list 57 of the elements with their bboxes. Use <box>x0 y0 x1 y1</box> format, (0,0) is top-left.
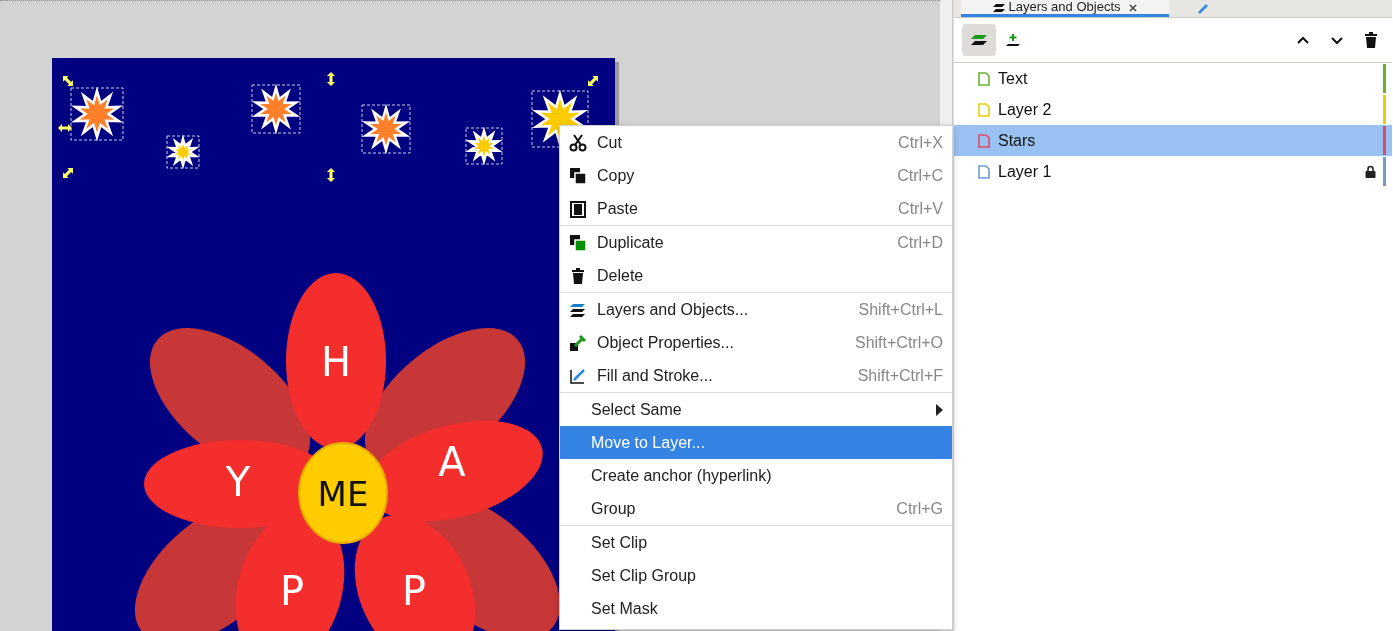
menu-item[interactable]: Set Mask <box>560 592 952 625</box>
layer-row[interactable]: Layer 2 <box>954 94 1392 125</box>
document-icon <box>978 102 990 117</box>
menu-item[interactable]: Group Ctrl+G <box>560 492 952 525</box>
layer-row[interactable]: Text <box>954 63 1392 94</box>
menu-item[interactable]: Create anchor (hyperlink) <box>560 459 952 492</box>
layers-icon <box>971 34 987 46</box>
resize-handle-icon[interactable] <box>588 76 598 86</box>
shortcut-label: Ctrl+D <box>897 232 943 253</box>
layers-icon <box>993 2 1006 13</box>
layers-toggle-button[interactable] <box>962 24 996 56</box>
menu-item[interactable]: Set Clip Group <box>560 559 952 592</box>
star-shape <box>70 86 124 142</box>
menu-item[interactable]: Set Clip <box>560 526 952 559</box>
resize-handle-icon[interactable] <box>327 72 335 86</box>
star-shape <box>465 126 503 166</box>
star-shape <box>166 134 200 170</box>
petal-letter: P <box>401 568 427 614</box>
resize-handle-icon[interactable] <box>58 124 72 132</box>
panel-tab[interactable]: Layers and Objects <box>961 0 1169 17</box>
resize-handle-icon[interactable] <box>63 168 73 178</box>
menu-item[interactable]: Select Same <box>560 393 952 426</box>
add-layer-icon <box>1006 33 1020 47</box>
shortcut-label: Shift+Ctrl+O <box>854 332 943 353</box>
document-icon <box>978 71 990 86</box>
shortcut-label: Shift+Ctrl+L <box>858 299 943 320</box>
menu-item[interactable]: Fill and Stroke... Shift+Ctrl+F <box>560 359 952 392</box>
petal-letter: H <box>320 339 352 385</box>
shortcut-label: Ctrl+C <box>897 165 943 186</box>
pen-icon <box>1197 2 1211 15</box>
menu-item[interactable]: Object Properties... Shift+Ctrl+O <box>560 326 952 359</box>
shortcut-label: Ctrl+X <box>898 132 943 153</box>
document-icon <box>978 133 990 148</box>
shortcut-label: Ctrl+G <box>896 498 943 519</box>
shortcut-label: Ctrl+V <box>898 198 943 219</box>
menu-item[interactable]: Delete <box>560 259 952 292</box>
star-shape <box>251 83 301 135</box>
menu-item[interactable]: Move to Layer... <box>560 426 952 459</box>
menu-item[interactable]: Layers and Objects... Shift+Ctrl+L <box>560 293 952 326</box>
shortcut-label: Shift+Ctrl+F <box>857 365 943 386</box>
petal-letter: P <box>279 568 305 614</box>
petal-letter: Y <box>225 459 251 505</box>
flower-center-text: ME <box>317 474 369 514</box>
petal-letter: A <box>438 439 466 485</box>
layer-row[interactable]: Layer 1 <box>954 156 1392 187</box>
menu-item[interactable]: Duplicate Ctrl+D <box>560 226 952 259</box>
lock-icon[interactable] <box>1365 165 1376 178</box>
menu-item[interactable]: Paste Ctrl+V <box>560 192 952 225</box>
submenu-arrow-icon <box>936 403 943 416</box>
star-shape <box>361 103 411 155</box>
document-icon <box>978 164 990 179</box>
menu-item[interactable]: Cut Ctrl+X <box>560 126 952 159</box>
resize-handle-icon[interactable] <box>63 76 73 86</box>
trash-icon <box>1364 32 1378 48</box>
layer-row[interactable]: Stars <box>954 125 1392 156</box>
resize-handle-icon[interactable] <box>327 168 335 182</box>
menu-item[interactable]: Copy Ctrl+C <box>560 159 952 192</box>
